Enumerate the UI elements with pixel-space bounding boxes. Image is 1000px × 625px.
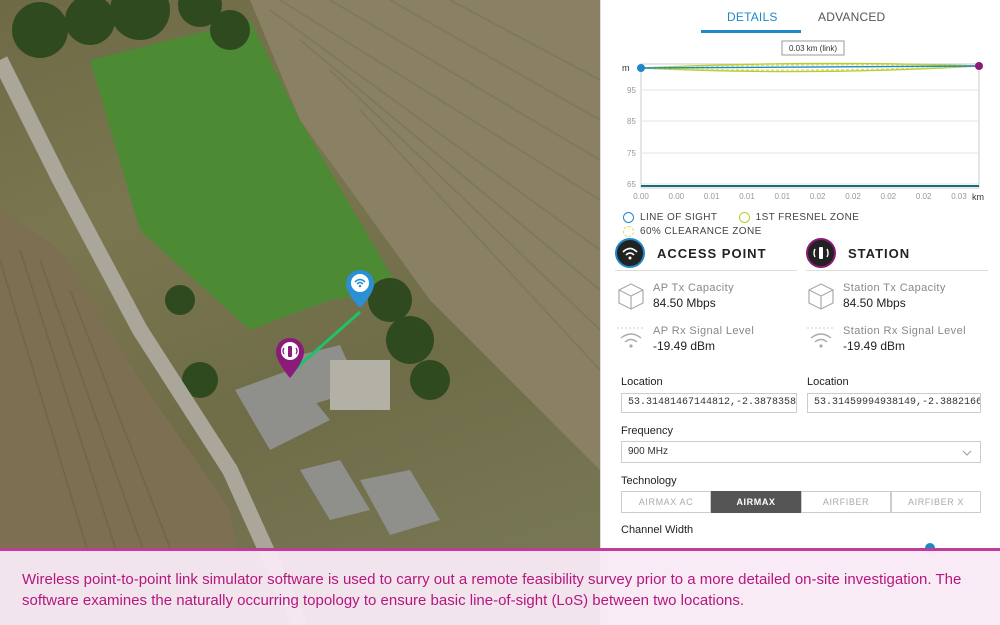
x-tick-label: 0.00 [633, 192, 649, 201]
x-tick-label: 0.03 [951, 192, 967, 201]
tech-airmax-ac[interactable]: AIRMAX AC [621, 491, 711, 513]
station-rx-signal: Station Rx Signal Level -19.49 dBm [807, 325, 966, 353]
y-tick-label: 85 [627, 117, 636, 126]
station-endpoint[interactable] [975, 62, 983, 70]
tech-airfiber[interactable]: AIRFIBER [801, 491, 891, 513]
frequency-value: 900 MHz [628, 446, 669, 457]
ap-endpoint[interactable] [637, 64, 645, 72]
access-point-header: ACCESS POINT [615, 236, 797, 271]
antenna-icon [806, 238, 836, 268]
tech-airfiber-x[interactable]: AIRFIBER X [891, 491, 981, 513]
station-location-label: Location [807, 376, 849, 388]
signal-icon [617, 327, 645, 348]
legend-line-of-sight[interactable]: LINE OF SIGHT [623, 212, 717, 223]
box-icon [808, 283, 834, 310]
ap-location-label: Location [621, 376, 663, 388]
chart-plot-area [640, 63, 980, 189]
x-tick-label: 0.01 [704, 192, 720, 201]
x-tick-label: 0.02 [810, 192, 826, 201]
technology-label: Technology [621, 475, 677, 487]
x-unit-label: km [972, 192, 984, 202]
satellite-map[interactable] [0, 0, 600, 625]
signal-icon [807, 327, 835, 348]
tab-advanced[interactable]: ADVANCED [818, 10, 885, 24]
frequency-select[interactable]: 900 MHz [621, 441, 981, 463]
station-location-input[interactable]: 53.31459994938149,-2.3882166 [807, 393, 981, 413]
map-imagery [0, 0, 600, 625]
ap-location-input[interactable]: 53.31481467144812,-2.3878358 [621, 393, 797, 413]
frequency-label: Frequency [621, 425, 673, 437]
active-tab-indicator [701, 30, 801, 33]
x-tick-label: 0.02 [881, 192, 897, 201]
x-tick-label: 0.02 [845, 192, 861, 201]
station-tx-capacity: Station Tx Capacity 84.50 Mbps [807, 282, 946, 310]
wifi-icon [615, 238, 645, 268]
x-tick-label: 0.02 [916, 192, 932, 201]
x-tick-label: 0.01 [739, 192, 755, 201]
ap-tx-capacity: AP Tx Capacity 84.50 Mbps [617, 282, 734, 310]
y-tick-label: 65 [627, 180, 636, 189]
legend-fresnel-zone[interactable]: 1ST FRESNEL ZONE [738, 212, 860, 223]
station-header: STATION [806, 236, 988, 271]
elevation-chart: 95 85 75 65 0.00 0.00 0.01 0.01 0.01 0.02 0.02 0.0… [622, 40, 984, 202]
caption-banner: Wireless point-to-point link simulator s… [0, 548, 1000, 625]
y-tick-label: 75 [627, 149, 636, 158]
access-point-title: ACCESS POINT [657, 245, 767, 261]
station-title: STATION [848, 245, 911, 261]
technology-segmented-control: AIRMAX AC AIRMAX AIRFIBER AIRFIBER X [621, 491, 981, 513]
tech-airmax[interactable]: AIRMAX [711, 491, 801, 513]
y-tick-label: 95 [627, 86, 636, 95]
wifi-pin-icon[interactable] [346, 270, 374, 308]
channel-width-label: Channel Width [621, 524, 694, 536]
tab-details[interactable]: DETAILS [727, 10, 778, 24]
chevron-down-icon [962, 450, 972, 456]
link-distance-label: 0.03 km (link) [789, 44, 837, 53]
x-tick-label: 0.01 [775, 192, 791, 201]
caption-text: Wireless point-to-point link simulator s… [22, 571, 962, 609]
x-tick-label: 0.00 [669, 192, 685, 201]
link-details-panel: DETAILS ADVANCED 95 85 75 65 0.00 0.00 0.01 0.… [600, 0, 1000, 625]
ap-rx-signal: AP Rx Signal Level -19.49 dBm [617, 325, 754, 353]
antenna-pin-icon[interactable] [276, 338, 304, 378]
y-unit-label: m [622, 63, 630, 73]
tab-bar: DETAILS ADVANCED [601, 0, 1000, 34]
box-icon [618, 283, 644, 310]
